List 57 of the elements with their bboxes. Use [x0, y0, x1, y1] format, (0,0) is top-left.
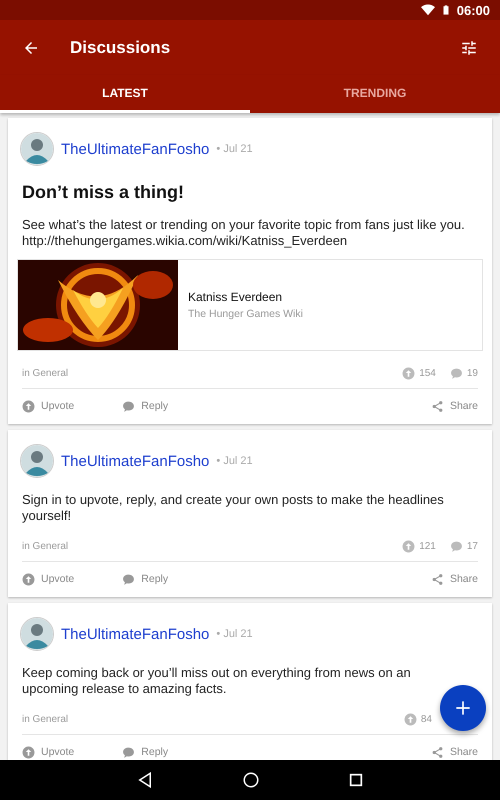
upvote-icon	[402, 540, 416, 552]
share-icon	[430, 572, 444, 586]
action-button[interactable]: Upvote	[22, 746, 74, 758]
action-button[interactable]: Share	[430, 746, 478, 758]
post-title: Don’t miss a thing!	[22, 182, 185, 203]
toolbar-title: Discussions	[70, 38, 172, 58]
action-button[interactable]: Upvote	[22, 400, 74, 412]
reply-count: 17	[466, 540, 478, 552]
upvote-count: 84	[420, 714, 432, 724]
preview-source: The Hunger Games Wiki	[188, 308, 303, 320]
wifi-icon	[420, 3, 435, 17]
avatar	[20, 617, 54, 651]
home-circle-icon[interactable]	[242, 771, 260, 789]
post-date: • Jul 21	[216, 628, 253, 640]
post-category: in General	[22, 540, 70, 552]
tab[interactable]: LATEST	[0, 75, 250, 113]
author-link[interactable]: TheUltimateFanFosho	[61, 452, 210, 470]
post-link[interactable]: http://thehungergames.wikia.com/wiki/Katniss_Everdeen	[22, 233, 348, 248]
upvote-icon	[22, 400, 35, 412]
tab[interactable]: TRENDING	[250, 75, 500, 113]
battery-icon	[440, 3, 451, 17]
action-button[interactable]: Share	[430, 400, 478, 412]
comment-icon	[122, 572, 136, 586]
upvote-icon	[402, 366, 416, 380]
share-icon	[430, 746, 444, 758]
upvote-icon	[404, 712, 417, 726]
comment-icon	[122, 746, 136, 758]
post-category: in General	[22, 368, 70, 378]
back-triangle-icon[interactable]	[136, 771, 154, 789]
post-body: Sign in to upvote, reply, and create your own posts to make the headlines yourself!	[22, 492, 445, 524]
link-preview[interactable]: Katniss Everdeen The Hunger Games Wiki	[17, 259, 483, 351]
upvote-count: 154	[419, 368, 436, 378]
avatar	[20, 444, 54, 478]
action-button[interactable]: Share	[430, 572, 478, 586]
action-button[interactable]: Reply	[122, 400, 168, 412]
post-body: Keep coming back or you’ll miss out on everything from news on an upcoming release to amazing facts.	[22, 665, 412, 697]
comment-icon	[122, 400, 136, 412]
status-time: 06:00	[456, 2, 490, 18]
recents-square-icon[interactable]	[348, 772, 364, 788]
action-button[interactable]: Upvote	[22, 572, 74, 586]
avatar	[20, 132, 54, 166]
comment-icon	[450, 366, 463, 380]
share-icon	[430, 400, 444, 412]
upvote-count: 121	[419, 540, 436, 552]
author-link[interactable]: TheUltimateFanFosho	[61, 626, 210, 642]
action-button[interactable]: Reply	[122, 746, 168, 758]
preview-title: Katniss Everdeen	[188, 290, 284, 304]
action-button[interactable]: Reply	[122, 572, 168, 586]
reply-count: 19	[466, 368, 478, 378]
filter-icon[interactable]	[460, 38, 478, 56]
post-date: • Jul 21	[216, 143, 253, 155]
post-category: in General	[22, 714, 70, 724]
author-link[interactable]: TheUltimateFanFosho	[61, 140, 210, 158]
post-body: See what’s the latest or trending on your favorite topic from fans just like you. http://thehungergames.wikia.com/wiki/Katniss_Everdeen	[22, 217, 466, 249]
comment-icon	[450, 540, 463, 552]
upvote-icon	[22, 572, 35, 586]
post-date: • Jul 21	[216, 455, 253, 467]
